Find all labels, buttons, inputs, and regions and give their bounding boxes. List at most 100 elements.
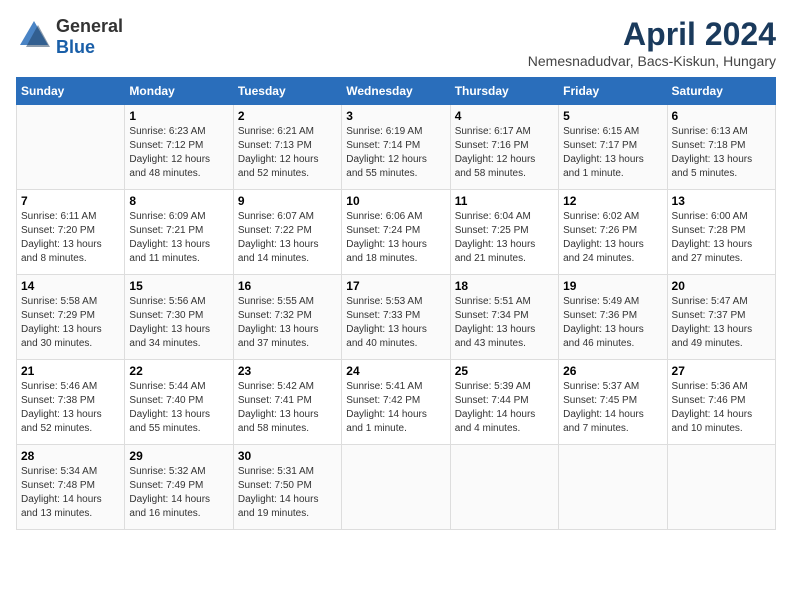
day-info: Sunrise: 6:00 AMSunset: 7:28 PMDaylight:… <box>672 210 771 266</box>
day-info: Sunrise: 5:39 AMSunset: 7:44 PMDaylight:… <box>455 380 554 436</box>
day-info: Sunrise: 6:19 AMSunset: 7:14 PMDaylight:… <box>346 125 445 181</box>
day-info: Sunrise: 6:09 AMSunset: 7:21 PMDaylight:… <box>129 210 228 266</box>
week-row-1: 7 Sunrise: 6:11 AMSunset: 7:20 PMDaylight… <box>17 190 776 275</box>
day-info: Sunrise: 5:55 AMSunset: 7:32 PMDaylight:… <box>238 295 337 351</box>
calendar-cell: 9Sunrise: 6:07 AMSunset: 7:22 PMDaylight… <box>233 190 341 275</box>
calendar-cell: 13 Sunrise: 6:00 AMSunset: 7:28 PMDayligh… <box>667 190 775 275</box>
calendar-cell: 30Sunrise: 5:31 AMSunset: 7:50 PMDayligh… <box>233 445 341 530</box>
header: General Blue April 2024 Nemesnadudvar, B… <box>16 16 776 69</box>
calendar-cell: 27 Sunrise: 5:36 AMSunset: 7:46 PMDayligh… <box>667 360 775 445</box>
calendar-cell: 17 Sunrise: 5:53 AMSunset: 7:33 PMDayligh… <box>342 275 450 360</box>
calendar-cell: 15 Sunrise: 5:56 AMSunset: 7:30 PMDayligh… <box>125 275 233 360</box>
calendar-cell: 19Sunrise: 5:49 AMSunset: 7:36 PMDayligh… <box>559 275 667 360</box>
calendar-cell: 4Sunrise: 6:17 AMSunset: 7:16 PMDaylight… <box>450 105 558 190</box>
calendar-cell: 12 Sunrise: 6:02 AMSunset: 7:26 PMDayligh… <box>559 190 667 275</box>
day-info: Sunrise: 5:34 AMSunset: 7:48 PMDaylight:… <box>21 465 120 521</box>
day-number: 12 <box>563 194 662 208</box>
weekday-header-saturday: Saturday <box>667 78 775 105</box>
day-number: 21 <box>21 364 120 378</box>
day-number: 29 <box>129 449 228 463</box>
calendar-title: April 2024 <box>528 16 776 53</box>
day-info: Sunrise: 5:58 AMSunset: 7:29 PMDaylight:… <box>21 295 120 351</box>
weekday-header-monday: Monday <box>125 78 233 105</box>
day-info: Sunrise: 6:13 AMSunset: 7:18 PMDaylight:… <box>672 125 771 181</box>
calendar-table: SundayMondayTuesdayWednesdayThursdayFrid… <box>16 77 776 530</box>
weekday-header-tuesday: Tuesday <box>233 78 341 105</box>
day-info: Sunrise: 5:36 AMSunset: 7:46 PMDaylight:… <box>672 380 771 436</box>
logo: General Blue <box>16 16 123 58</box>
calendar-cell <box>17 105 125 190</box>
logo-blue: Blue <box>56 37 95 57</box>
calendar-cell: 18 Sunrise: 5:51 AMSunset: 7:34 PMDayligh… <box>450 275 558 360</box>
day-info: Sunrise: 5:46 AMSunset: 7:38 PMDaylight:… <box>21 380 120 436</box>
day-number: 6 <box>672 109 771 123</box>
day-info: Sunrise: 6:06 AMSunset: 7:24 PMDaylight:… <box>346 210 445 266</box>
weekday-header-sunday: Sunday <box>17 78 125 105</box>
day-number: 13 <box>672 194 771 208</box>
calendar-cell <box>559 445 667 530</box>
calendar-cell: 26 Sunrise: 5:37 AMSunset: 7:45 PMDayligh… <box>559 360 667 445</box>
day-info: Sunrise: 5:53 AMSunset: 7:33 PMDaylight:… <box>346 295 445 351</box>
calendar-cell: 29 Sunrise: 5:32 AMSunset: 7:49 PMDayligh… <box>125 445 233 530</box>
day-number: 17 <box>346 279 445 293</box>
calendar-cell <box>667 445 775 530</box>
day-info: Sunrise: 5:42 AMSunset: 7:41 PMDaylight:… <box>238 380 337 436</box>
day-number: 3 <box>346 109 445 123</box>
logo-graphic <box>16 17 52 58</box>
calendar-subtitle: Nemesnadudvar, Bacs-Kiskun, Hungary <box>528 53 776 69</box>
day-info: Sunrise: 5:31 AMSunset: 7:50 PMDaylight:… <box>238 465 337 521</box>
day-number: 28 <box>21 449 120 463</box>
calendar-cell: 8Sunrise: 6:09 AMSunset: 7:21 PMDaylight… <box>125 190 233 275</box>
calendar-cell: 24 Sunrise: 5:41 AMSunset: 7:42 PMDayligh… <box>342 360 450 445</box>
day-number: 23 <box>238 364 337 378</box>
day-info: Sunrise: 5:47 AMSunset: 7:37 PMDaylight:… <box>672 295 771 351</box>
title-area: April 2024 Nemesnadudvar, Bacs-Kiskun, H… <box>528 16 776 69</box>
calendar-cell: 23 Sunrise: 5:42 AMSunset: 7:41 PMDayligh… <box>233 360 341 445</box>
logo-general: General <box>56 16 123 36</box>
day-info: Sunrise: 5:37 AMSunset: 7:45 PMDaylight:… <box>563 380 662 436</box>
calendar-cell: 10 Sunrise: 6:06 AMSunset: 7:24 PMDayligh… <box>342 190 450 275</box>
day-info: Sunrise: 5:44 AMSunset: 7:40 PMDaylight:… <box>129 380 228 436</box>
calendar-cell: 3 Sunrise: 6:19 AMSunset: 7:14 PMDaylight… <box>342 105 450 190</box>
week-row-2: 14Sunrise: 5:58 AMSunset: 7:29 PMDayligh… <box>17 275 776 360</box>
day-info: Sunrise: 6:23 AMSunset: 7:12 PMDaylight:… <box>129 125 228 181</box>
day-info: Sunrise: 5:32 AMSunset: 7:49 PMDaylight:… <box>129 465 228 521</box>
day-number: 27 <box>672 364 771 378</box>
day-info: Sunrise: 6:07 AMSunset: 7:22 PMDaylight:… <box>238 210 337 266</box>
day-number: 22 <box>129 364 228 378</box>
calendar-cell: 5Sunrise: 6:15 AMSunset: 7:17 PMDaylight… <box>559 105 667 190</box>
day-number: 2 <box>238 109 337 123</box>
day-info: Sunrise: 5:56 AMSunset: 7:30 PMDaylight:… <box>129 295 228 351</box>
logo-text: General Blue <box>56 16 123 58</box>
day-number: 4 <box>455 109 554 123</box>
day-number: 10 <box>346 194 445 208</box>
calendar-cell: 11Sunrise: 6:04 AMSunset: 7:25 PMDayligh… <box>450 190 558 275</box>
day-number: 7 <box>21 194 120 208</box>
day-number: 24 <box>346 364 445 378</box>
day-number: 26 <box>563 364 662 378</box>
day-number: 16 <box>238 279 337 293</box>
calendar-cell: 22 Sunrise: 5:44 AMSunset: 7:40 PMDayligh… <box>125 360 233 445</box>
day-number: 5 <box>563 109 662 123</box>
day-number: 20 <box>672 279 771 293</box>
calendar-cell <box>450 445 558 530</box>
day-number: 18 <box>455 279 554 293</box>
day-info: Sunrise: 5:49 AMSunset: 7:36 PMDaylight:… <box>563 295 662 351</box>
day-info: Sunrise: 6:11 AMSunset: 7:20 PMDaylight:… <box>21 210 120 266</box>
calendar-cell: 14Sunrise: 5:58 AMSunset: 7:29 PMDayligh… <box>17 275 125 360</box>
day-number: 15 <box>129 279 228 293</box>
day-number: 1 <box>129 109 228 123</box>
calendar-cell: 2Sunrise: 6:21 AMSunset: 7:13 PMDaylight… <box>233 105 341 190</box>
day-info: Sunrise: 5:41 AMSunset: 7:42 PMDaylight:… <box>346 380 445 436</box>
day-number: 11 <box>455 194 554 208</box>
calendar-cell: 16 Sunrise: 5:55 AMSunset: 7:32 PMDayligh… <box>233 275 341 360</box>
calendar-cell <box>342 445 450 530</box>
day-info: Sunrise: 6:02 AMSunset: 7:26 PMDaylight:… <box>563 210 662 266</box>
week-row-0: 1 Sunrise: 6:23 AMSunset: 7:12 PMDaylight… <box>17 105 776 190</box>
calendar-cell: 6 Sunrise: 6:13 AMSunset: 7:18 PMDaylight… <box>667 105 775 190</box>
calendar-cell: 1 Sunrise: 6:23 AMSunset: 7:12 PMDaylight… <box>125 105 233 190</box>
day-number: 25 <box>455 364 554 378</box>
day-info: Sunrise: 5:51 AMSunset: 7:34 PMDaylight:… <box>455 295 554 351</box>
calendar-cell: 21 Sunrise: 5:46 AMSunset: 7:38 PMDayligh… <box>17 360 125 445</box>
calendar-cell: 28 Sunrise: 5:34 AMSunset: 7:48 PMDayligh… <box>17 445 125 530</box>
